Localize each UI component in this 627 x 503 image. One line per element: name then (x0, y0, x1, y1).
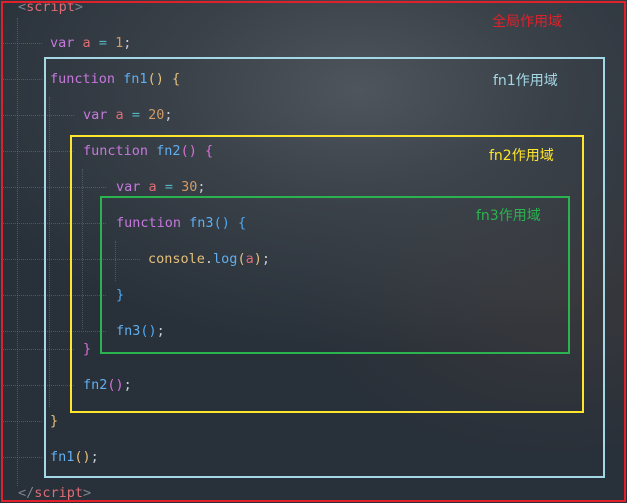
fn2-scope-label: fn2作用域 (489, 148, 554, 164)
global-scope-label: 全局作用域 (492, 14, 562, 30)
fn1-scope-label: fn1作用域 (493, 73, 558, 89)
fn3-scope-label: fn3作用域 (476, 208, 541, 224)
